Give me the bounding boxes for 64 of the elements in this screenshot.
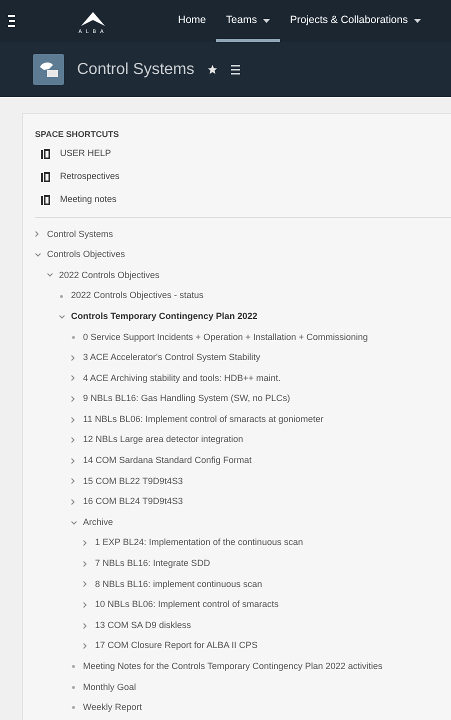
nav-tab[interactable]: Home xyxy=(168,0,216,42)
chevron-right-icon[interactable] xyxy=(71,416,75,423)
caret-icon xyxy=(414,19,421,23)
section-heading: SPACE SHORTCUTS xyxy=(35,128,120,141)
bullet-icon xyxy=(72,336,75,339)
chevron-right-icon[interactable] xyxy=(35,231,39,238)
page-link[interactable]: 1 EXP BL24: Implementation of the continuous scan xyxy=(95,536,303,550)
page-link[interactable]: 2022 Controls Objectives - status xyxy=(71,289,204,303)
page-link[interactable]: 16 COM BL24 T9D9t4S3 xyxy=(83,495,183,509)
page-link[interactable]: 12 NBLs Large area detector integration xyxy=(83,433,244,447)
page-link[interactable]: 15 COM BL22 T9D9t4S3 xyxy=(83,474,183,488)
page-link[interactable]: 10 NBLs BL06: Implement control of smaracts xyxy=(95,598,279,612)
bullet-icon xyxy=(72,665,75,668)
nav-tab[interactable]: Projects & Collaborations xyxy=(280,0,431,42)
page-link[interactable]: 2022 Controls Objectives xyxy=(59,268,160,282)
chevron-right-icon[interactable] xyxy=(71,458,75,464)
pages-icon xyxy=(41,172,50,182)
page-link[interactable]: Control Systems xyxy=(47,228,114,242)
chevron-right-icon[interactable] xyxy=(83,622,87,629)
chevron-right-icon[interactable] xyxy=(83,602,87,608)
space-title: Control Systems xyxy=(77,60,194,80)
star-icon[interactable] xyxy=(207,64,218,75)
chevron-right-icon[interactable] xyxy=(71,396,75,402)
page-link[interactable]: 13 COM SA D9 diskless xyxy=(95,618,192,632)
shortcut-link[interactable]: Meeting notes xyxy=(60,192,117,206)
page-link[interactable]: 17 COM Closure Report for ALBA II CPS xyxy=(95,639,258,653)
page-link[interactable]: 7 NBLs BL16: Integrate SDD xyxy=(95,557,210,571)
chevron-down-icon[interactable] xyxy=(59,314,65,319)
chevron-right-icon[interactable] xyxy=(71,375,75,382)
chevron-down-icon[interactable] xyxy=(35,252,41,257)
chevron-right-icon[interactable] xyxy=(71,499,75,506)
page-link[interactable]: 0 Service Support Incidents + Operation + Installation + Commissioning xyxy=(83,330,368,344)
page-link[interactable]: Monthly Goal xyxy=(83,680,136,694)
page-link[interactable]: Weekly Report xyxy=(83,701,142,715)
page-link[interactable]: 14 COM Sardana Standard Config Format xyxy=(83,454,252,468)
bullet-icon xyxy=(72,706,75,710)
chevron-right-icon[interactable] xyxy=(83,581,87,588)
chevron-right-icon[interactable] xyxy=(71,354,75,361)
page-link[interactable]: Controls Temporary Contingency Plan 2022 xyxy=(71,310,258,324)
page-link[interactable]: 3 ACE Accelerator's Control System Stability xyxy=(83,351,260,365)
list-icon[interactable] xyxy=(231,64,240,74)
page-link[interactable]: Meeting Notes for the Controls Temporary Contingency Plan 2022 activities xyxy=(83,660,382,674)
chevron-right-icon[interactable] xyxy=(71,437,75,444)
page-link[interactable]: 8 NBLs BL16: implement continuous scan xyxy=(95,578,262,592)
shortcut-link[interactable]: Retrospectives xyxy=(60,170,120,184)
page-link[interactable]: Controls Objectives xyxy=(47,248,126,262)
bullet-icon xyxy=(60,294,63,298)
menu-icon[interactable] xyxy=(8,15,15,27)
chevron-right-icon[interactable] xyxy=(83,540,87,546)
chevron-right-icon[interactable] xyxy=(83,643,87,650)
chevron-right-icon[interactable] xyxy=(83,560,87,567)
page-link[interactable]: 11 NBLs BL06: Implement control of smaracts at goniometer xyxy=(83,412,324,426)
space-logo[interactable] xyxy=(33,54,64,85)
pages-icon xyxy=(41,148,50,158)
caret-icon xyxy=(262,19,270,23)
page-link[interactable]: Archive xyxy=(83,516,114,530)
bullet-icon xyxy=(72,686,75,689)
shortcut-link[interactable]: USER HELP xyxy=(60,146,112,160)
page-link[interactable]: 4 ACE Archiving stability and tools: HDB++ maint. xyxy=(83,372,281,386)
chevron-right-icon[interactable] xyxy=(71,478,75,484)
page-link[interactable]: 9 NBLs BL16: Gas Handling System (SW, no PLCs) xyxy=(83,392,290,406)
pages-icon xyxy=(41,194,50,204)
chevron-down-icon[interactable] xyxy=(47,273,53,278)
chevron-down-icon[interactable] xyxy=(71,520,77,525)
